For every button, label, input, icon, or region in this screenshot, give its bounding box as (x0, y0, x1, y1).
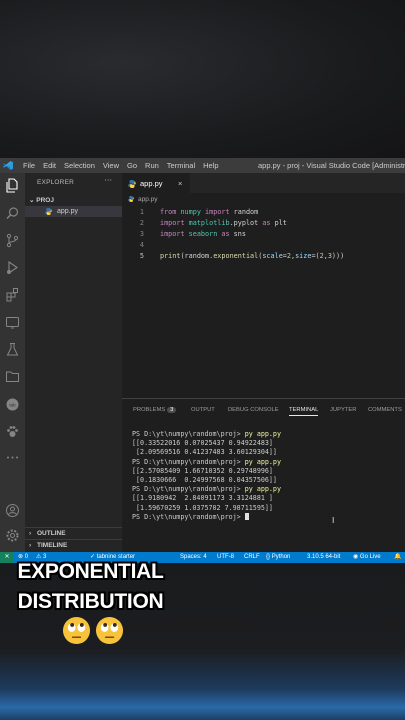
rolling-eyes-emoji-icon (62, 616, 91, 645)
problems-count-badge: 3 (167, 407, 177, 413)
python-interpreter[interactable]: 3.10.5 64-bit (307, 552, 340, 563)
paw-icon[interactable] (5, 424, 20, 439)
folder-icon[interactable] (5, 369, 20, 384)
tab-jupyter[interactable]: JUPYTER (330, 407, 356, 413)
more-dots-icon[interactable] (5, 450, 20, 465)
menu-go[interactable]: Go (127, 158, 137, 173)
breadcrumb[interactable]: app.py (128, 196, 158, 203)
rolling-eyes-emoji-icon (95, 616, 124, 645)
go-live-label: Go Live (359, 554, 381, 560)
code-line: from numpy import random (160, 208, 259, 216)
tab-problems[interactable]: PROBLEMS 3 (133, 407, 177, 413)
line-number: 4 (139, 241, 144, 249)
breadcrumb-file: app.py (138, 196, 158, 203)
source-control-icon[interactable] (5, 233, 20, 248)
activity-bar: tab (0, 173, 25, 552)
file-item-app-py[interactable]: app.py (25, 206, 122, 217)
timeline-label: TIMELINE (37, 542, 68, 549)
tab-app-py[interactable]: app.py × (122, 173, 190, 193)
menu-terminal[interactable]: Terminal (167, 158, 195, 173)
emoji-row (62, 616, 126, 646)
python-file-icon (128, 196, 134, 202)
project-name: PROJ (36, 197, 54, 204)
caption-line-1: EXPONENTIAL (17, 560, 164, 583)
line-number: 5 (139, 252, 144, 260)
indentation-status[interactable]: Spaces: 4 (180, 552, 207, 563)
menu-file[interactable]: File (23, 158, 35, 173)
svg-text:tab: tab (9, 403, 16, 408)
menu-edit[interactable]: Edit (43, 158, 56, 173)
file-name: app.py (57, 208, 79, 215)
tab-problems-label: PROBLEMS (133, 407, 166, 413)
line-number: 1 (139, 208, 144, 216)
settings-gear-icon[interactable] (5, 528, 20, 543)
menu-selection[interactable]: Selection (64, 158, 95, 173)
language-mode[interactable]: {} Python (266, 552, 290, 563)
python-file-icon (45, 208, 52, 215)
encoding-status[interactable]: UTF-8 (217, 552, 234, 563)
explorer-header: EXPLORER (37, 179, 75, 186)
notifications-bell-icon[interactable]: 🔔 (394, 552, 401, 563)
bottom-panel: PROBLEMS 3 OUTPUT DEBUG CONSOLE TERMINAL … (122, 398, 405, 552)
title-bar: File Edit Selection View Go Run Terminal… (0, 158, 405, 173)
run-debug-icon[interactable] (5, 260, 20, 275)
menu-run[interactable]: Run (145, 158, 159, 173)
window-title: app.py - proj - Visual Studio Code [Admi… (258, 161, 405, 170)
eol-status[interactable]: CRLF (244, 552, 260, 563)
account-icon[interactable] (5, 503, 20, 518)
menu-view[interactable]: View (103, 158, 119, 173)
tab-output[interactable]: OUTPUT (191, 407, 215, 413)
code-editor[interactable]: 1 2 3 4 5 from numpy import random impor… (122, 206, 405, 396)
menu-help[interactable]: Help (203, 158, 218, 173)
go-live-button[interactable]: ◉ Go Live (353, 552, 381, 563)
outline-section[interactable]: › OUTLINE (25, 527, 122, 539)
search-icon[interactable] (5, 206, 20, 221)
explorer-more-icon[interactable]: ··· (104, 176, 112, 185)
line-number: 3 (139, 230, 144, 238)
caption-line-2: DISTRIBUTION (17, 590, 164, 613)
vscode-window: File Edit Selection View Go Run Terminal… (0, 158, 405, 563)
text-cursor-icon: I (332, 516, 335, 525)
blurred-background-top (0, 0, 405, 158)
terminal-output[interactable]: PS D:\yt\numpy\random\proj> py app.py [[… (132, 430, 281, 522)
remote-explorer-icon[interactable] (5, 315, 20, 330)
editor-tab-bar: app.py × (122, 173, 405, 193)
project-folder[interactable]: ⌄ PROJ (29, 196, 54, 204)
code-line: print(random.exponential(scale=2,size=(2… (160, 252, 345, 260)
explorer-icon[interactable] (5, 178, 20, 193)
tab-label: app.py (140, 179, 163, 188)
close-icon[interactable]: × (178, 174, 182, 194)
tabnine-icon[interactable]: tab (5, 397, 20, 412)
tab-terminal[interactable]: TERMINAL (289, 407, 319, 416)
extensions-icon[interactable] (5, 287, 20, 302)
tab-comments[interactable]: COMMENTS (368, 407, 402, 413)
language-label: Python (271, 554, 291, 560)
timeline-section[interactable]: › TIMELINE (25, 539, 122, 551)
testing-flask-icon[interactable] (5, 342, 20, 357)
menu-bar: File Edit Selection View Go Run Terminal… (23, 158, 219, 173)
tab-debug-console[interactable]: DEBUG CONSOLE (228, 407, 279, 413)
terminal-cursor (244, 512, 249, 520)
blurred-background-bottom (0, 563, 405, 720)
chevron-right-icon: › (29, 542, 32, 549)
explorer-sidebar: EXPLORER ··· ⌄ PROJ app.py › OUTLINE › T… (25, 173, 122, 552)
python-file-icon (128, 180, 136, 188)
code-line: import matplotlib.pyplot as plt (160, 219, 287, 227)
panel-tabs: PROBLEMS 3 OUTPUT DEBUG CONSOLE TERMINAL … (122, 407, 405, 421)
line-number: 2 (139, 219, 144, 227)
vscode-logo-icon (3, 161, 13, 170)
code-line: import seaborn as sns (160, 230, 246, 238)
